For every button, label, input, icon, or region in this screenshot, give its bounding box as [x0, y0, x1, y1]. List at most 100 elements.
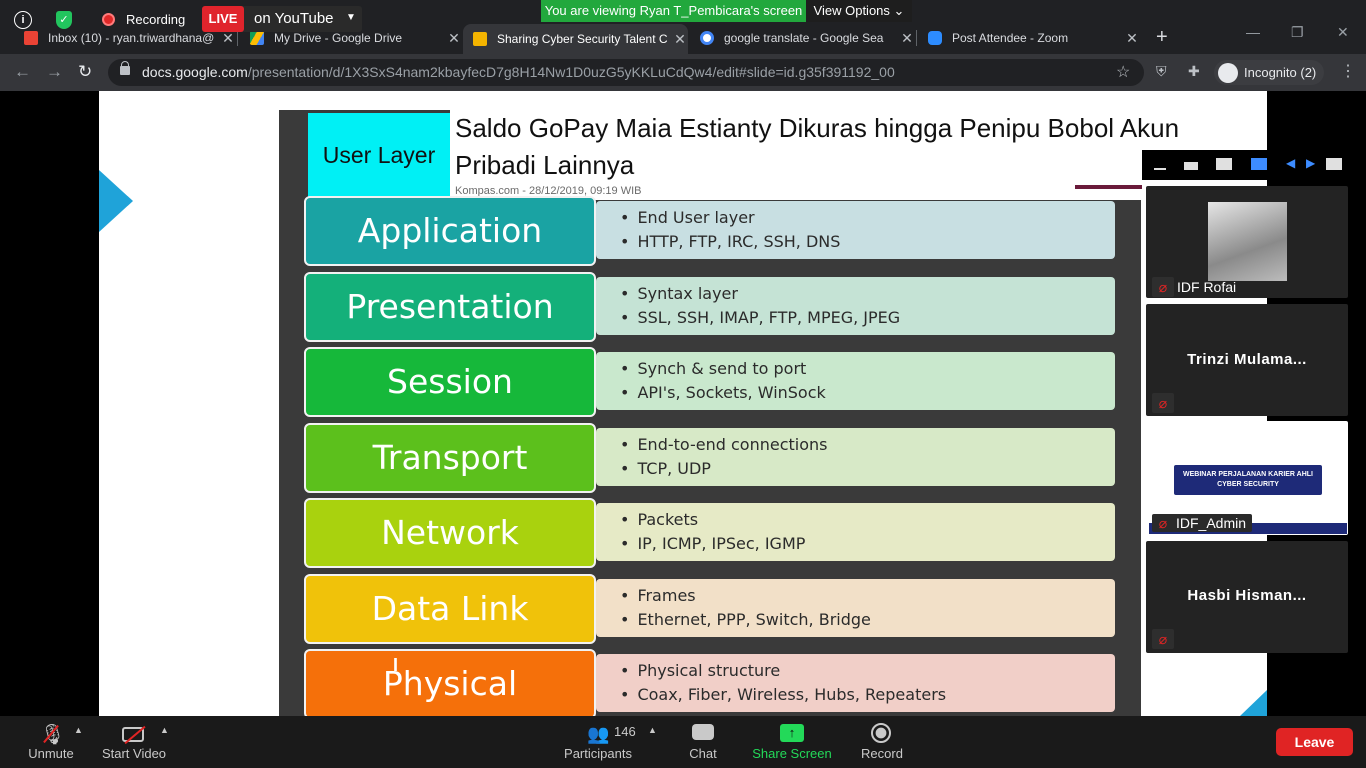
osi-layer-name: Data Link	[304, 574, 596, 644]
close-icon[interactable]: ✕	[446, 30, 462, 47]
osi-layer-name: Transport	[304, 423, 596, 493]
osi-layer-protocol-line: Frames	[620, 584, 1115, 608]
gallery-grid-icon[interactable]	[1251, 158, 1267, 170]
recording-label: Recording	[126, 12, 186, 27]
forward-icon[interactable]: →	[46, 62, 63, 82]
osi-layer-protocol-line: Packets	[620, 508, 1115, 532]
muted-mic-icon[interactable]: 🎙	[40, 722, 65, 747]
osi-layer-description: Syntax layerSSL, SSH, IMAP, FTP, MPEG, J…	[596, 277, 1115, 335]
participants-count: 146	[614, 724, 636, 739]
share-screen-icon[interactable]: ↑	[780, 724, 804, 742]
more-menu-icon[interactable]: ⋮	[1340, 61, 1356, 81]
leave-button[interactable]: Leave	[1276, 728, 1353, 756]
tab-title: google translate - Google Sea	[724, 31, 884, 45]
tab-divider	[916, 30, 917, 46]
muted-mic-icon: ⌀	[1152, 629, 1174, 649]
url-path: /presentation/d/1X3SxS4nam2kbayfecD7g8H1…	[247, 64, 895, 80]
record-label[interactable]: Record	[858, 746, 906, 761]
tab-divider	[237, 30, 238, 46]
strip-view-icon[interactable]	[1184, 162, 1198, 170]
osi-layer-description: FramesEthernet, PPP, Switch, Bridge	[596, 579, 1115, 637]
share-screen-label[interactable]: Share Screen	[750, 746, 834, 761]
osi-layer-protocol-line: SSL, SSH, IMAP, FTP, MPEG, JPEG	[620, 306, 1115, 330]
osi-layer-protocol-line: TCP, UDP	[620, 457, 1115, 481]
puzzle-extensions-icon[interactable]: ✚	[1188, 63, 1200, 80]
webinar-banner: WEBINAR PERJALANAN KARIER AHLI CYBER SEC…	[1174, 465, 1322, 495]
chat-icon[interactable]	[692, 724, 714, 740]
next-page-icon[interactable]: ▶	[1306, 156, 1315, 170]
participants-icon[interactable]: 👥	[587, 724, 609, 745]
close-icon[interactable]: ✕	[1124, 30, 1140, 47]
close-icon[interactable]: ✕	[672, 31, 688, 48]
participants-caret[interactable]: ▲	[648, 725, 657, 735]
video-options-caret[interactable]: ▲	[160, 725, 169, 735]
zoom-toolbar	[0, 716, 1366, 768]
zoom-icon	[928, 31, 942, 45]
close-window-icon[interactable]: ✕	[1337, 24, 1349, 41]
tab-title: Sharing Cyber Security Talent C	[497, 32, 668, 46]
tab-zoom[interactable]: Post Attendee - Zoom ✕	[918, 27, 1140, 49]
close-icon[interactable]: ✕	[220, 30, 236, 47]
osi-layer-name: Session	[304, 347, 596, 417]
gmail-icon	[24, 31, 38, 45]
osi-layer-description: Physical structureCoax, Fiber, Wireless,…	[596, 654, 1115, 712]
meeting-info-icon[interactable]: i	[14, 11, 32, 29]
osi-layer-name: Application	[304, 196, 596, 266]
osi-layer-protocol-line: End User layer	[620, 206, 1115, 230]
muted-mic-icon: ⌀	[1152, 277, 1174, 297]
audio-options-caret[interactable]: ▲	[74, 725, 83, 735]
osi-layer-protocol-line: Syntax layer	[620, 282, 1115, 306]
muted-mic-icon: ⌀	[1152, 393, 1174, 413]
incognito-profile-button[interactable]: Incognito (2)	[1214, 60, 1325, 85]
participant-name: Hasbi Hisman...	[1187, 587, 1307, 604]
minimize-icon[interactable]: —	[1246, 24, 1260, 40]
text-cursor-icon: I	[393, 655, 399, 675]
tab-google-slides[interactable]: Sharing Cyber Security Talent C ✕	[463, 24, 688, 54]
osi-layer-description: PacketsIP, ICMP, IPSec, IGMP	[596, 503, 1115, 561]
osi-layer-description: End-to-end connectionsTCP, UDP	[596, 428, 1115, 486]
restore-icon[interactable]: ❐	[1291, 24, 1304, 41]
back-icon[interactable]: ←	[14, 62, 31, 82]
incognito-icon	[1218, 62, 1238, 83]
osi-layer-name: Physical	[304, 649, 596, 719]
caret-down-icon[interactable]: ▼	[346, 12, 356, 23]
layout-icon[interactable]	[1326, 158, 1342, 170]
url-text[interactable]: docs.google.com/presentation/d/1X3SxS4na…	[142, 64, 895, 80]
encryption-shield-icon[interactable]: ✓	[56, 11, 72, 29]
view-options-button[interactable]: View Options ⌄	[806, 0, 912, 22]
osi-layer-protocol-line: End-to-end connections	[620, 433, 1115, 457]
minimize-gallery-icon[interactable]	[1154, 168, 1166, 170]
slide-arrow-decoration	[99, 170, 133, 232]
lock-icon[interactable]	[120, 61, 130, 75]
osi-layer-protocol-line: API's, Sockets, WinSock	[620, 381, 1115, 405]
news-accent-strip	[1075, 185, 1142, 189]
osi-layer-description: Synch & send to portAPI's, Sockets, WinS…	[596, 352, 1115, 410]
participants-label[interactable]: Participants	[560, 746, 636, 761]
participant-name: Trinzi Mulama...	[1187, 351, 1307, 368]
chevron-down-icon: ⌄	[893, 3, 905, 18]
start-video-label[interactable]: Start Video	[98, 746, 170, 761]
tab-title: My Drive - Google Drive	[274, 31, 403, 45]
osi-layer-protocol-line: HTTP, FTP, IRC, SSH, DNS	[620, 230, 1115, 254]
shield-extension-icon[interactable]: ⛨	[1156, 63, 1167, 80]
prev-page-icon[interactable]: ◀	[1286, 156, 1295, 170]
record-icon[interactable]	[871, 723, 891, 743]
user-layer-label: User Layer	[308, 113, 450, 197]
google-slides-icon	[473, 32, 487, 46]
osi-layer-protocol-line: Coax, Fiber, Wireless, Hubs, Repeaters	[620, 683, 1115, 707]
live-destination: on YouTube	[254, 10, 334, 27]
reload-icon[interactable]: ↻	[78, 62, 92, 82]
tab-google-search[interactable]: google translate - Google Sea ✕	[690, 27, 915, 49]
chat-label[interactable]: Chat	[684, 746, 722, 761]
zoom-window: Inbox (10) - ryan.triwardhana@ ✕ My Driv…	[0, 0, 1366, 768]
close-icon[interactable]: ✕	[899, 30, 915, 47]
bookmark-star-icon[interactable]: ☆	[1116, 62, 1130, 82]
tab-title: Inbox (10) - ryan.triwardhana@	[48, 31, 215, 45]
google-drive-icon	[250, 31, 264, 45]
new-tab-button[interactable]: +	[1156, 26, 1168, 49]
speaker-view-icon[interactable]	[1216, 158, 1232, 170]
slide-corner-decoration	[1240, 690, 1267, 716]
osi-layer-protocol-line: IP, ICMP, IPSec, IGMP	[620, 532, 1115, 556]
tab-title: Post Attendee - Zoom	[952, 31, 1069, 45]
unmute-label[interactable]: Unmute	[26, 746, 76, 761]
